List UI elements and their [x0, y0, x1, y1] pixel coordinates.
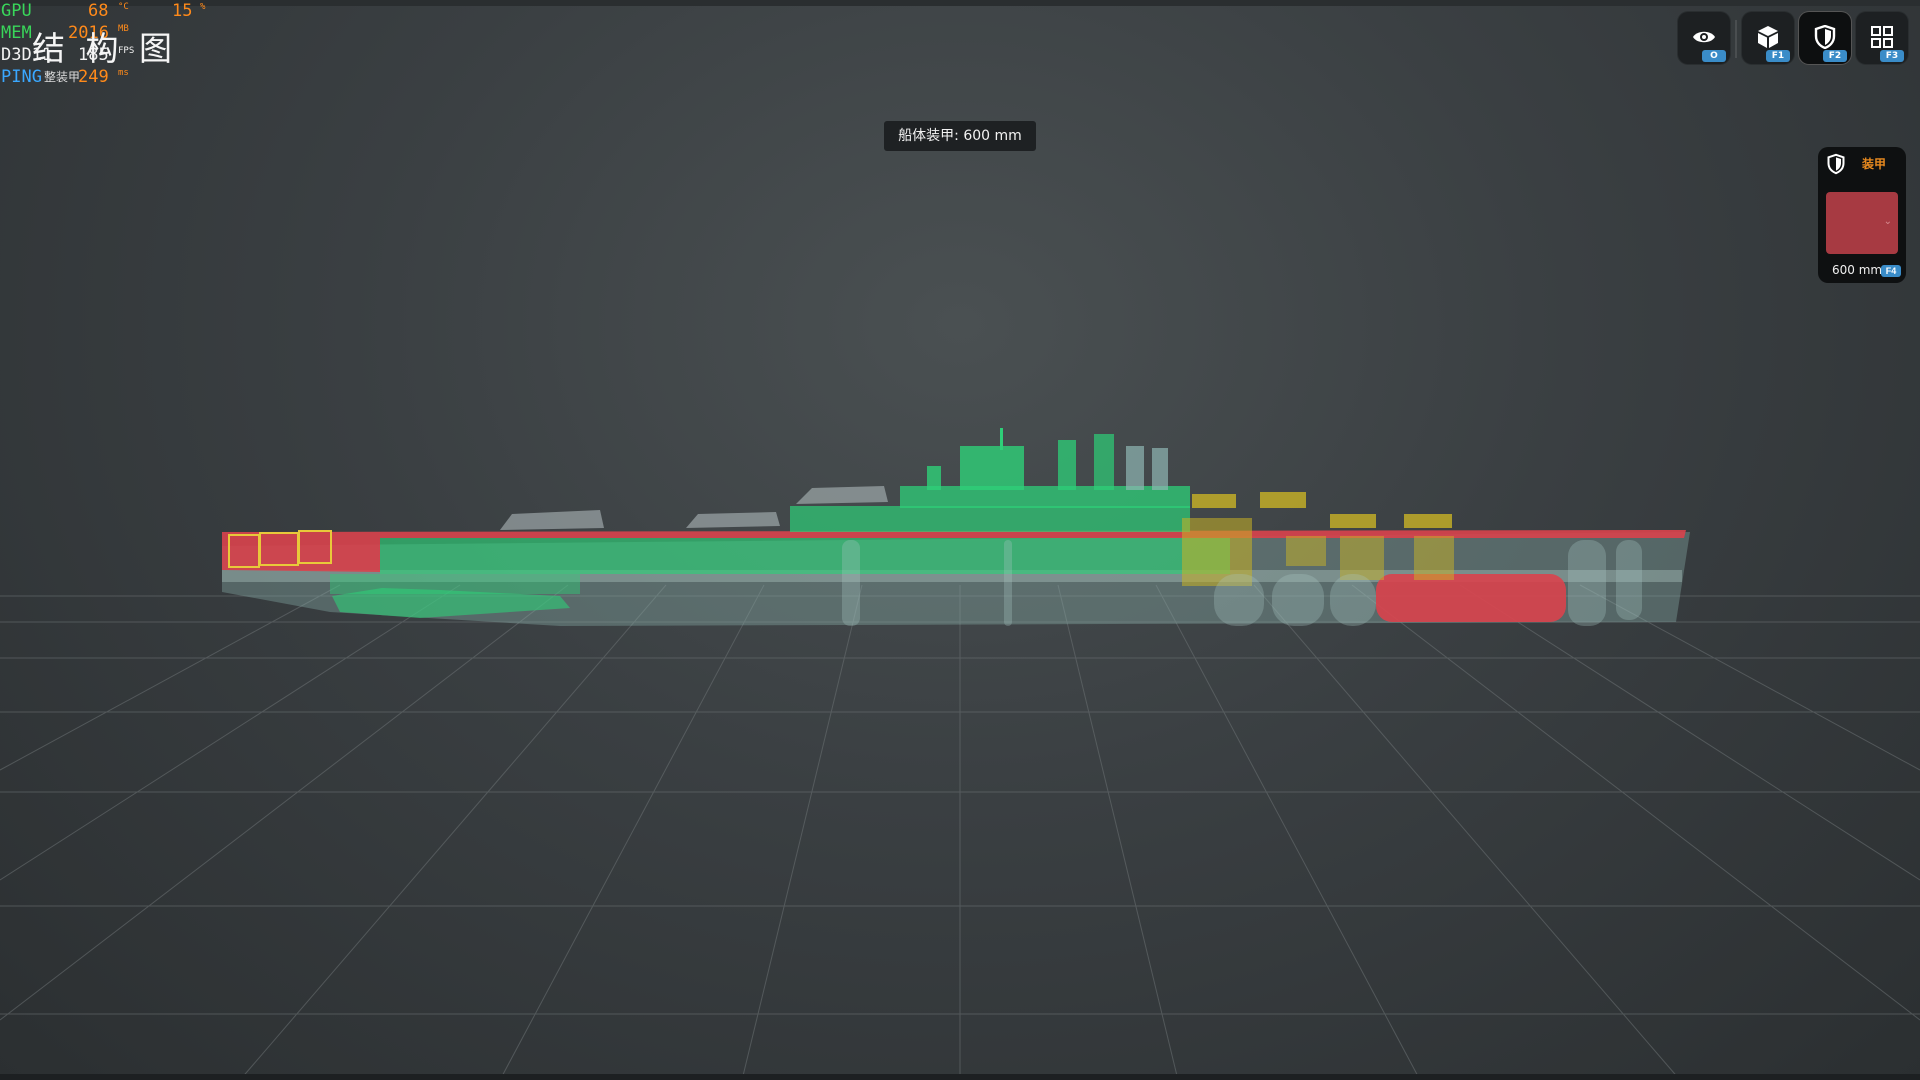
armor-color-swatch[interactable]: ⌄ [1826, 192, 1898, 254]
turret-gray [686, 512, 780, 528]
perf-value-2: 15 [172, 1, 193, 21]
page-title: 结 构 图 [32, 29, 177, 68]
hotkey-badge: F3 [1880, 50, 1904, 62]
funnel [1126, 446, 1144, 490]
perf-label: MEM [1, 23, 32, 43]
tower [927, 466, 941, 490]
superstructure [900, 486, 1190, 508]
page-subtitle: 整装甲 [44, 70, 81, 84]
perf-value: 68 [88, 1, 109, 21]
armor-panel: 装甲 ⌄ 600 mm F4 [1818, 147, 1906, 283]
aft-turret [1192, 494, 1236, 508]
funnel [1152, 448, 1168, 490]
funnel [1058, 440, 1076, 490]
deck [790, 506, 1190, 532]
ship-model[interactable] [222, 428, 1690, 626]
internal-modules [380, 538, 1230, 574]
armor-thickness-value: 600 mm [1832, 263, 1883, 277]
model-view-button[interactable]: F1 [1742, 12, 1794, 64]
top-border [0, 0, 1920, 6]
bridge [960, 446, 1024, 490]
floor-grid [0, 584, 1920, 1080]
aft-magazine [1340, 536, 1384, 580]
aft-turret [1404, 514, 1452, 528]
cube-icon [1758, 26, 1778, 48]
eye-icon [1693, 31, 1715, 43]
armor-view-button[interactable]: F2 [1799, 12, 1851, 64]
turret-gray [796, 486, 888, 504]
aft-magazine [1286, 536, 1326, 566]
funnel [1094, 434, 1114, 490]
perf-unit-2: % [200, 2, 206, 12]
shield-icon [1814, 25, 1836, 49]
hotkey-badge: F1 [1766, 50, 1790, 62]
mast [1000, 428, 1003, 450]
hotkey-badge: O [1702, 50, 1726, 62]
scene-viewport[interactable] [0, 0, 1920, 1080]
armor-tooltip: 船体装甲: 600 mm [884, 121, 1036, 151]
shield-icon [1827, 153, 1845, 175]
lower-armor-citadel [1376, 574, 1566, 622]
hotkey-badge: F2 [1823, 50, 1847, 62]
toolbar-separator [1735, 20, 1737, 58]
bottom-border [0, 1074, 1920, 1080]
turret-gray [500, 510, 604, 530]
layout-view-button[interactable]: F3 [1856, 12, 1908, 64]
perf-label: GPU [1, 1, 32, 21]
visibility-toggle-button[interactable]: O [1678, 12, 1730, 64]
aft-turret [1330, 514, 1376, 528]
perf-unit: °C [118, 2, 129, 12]
aft-turret [1260, 492, 1306, 508]
aft-magazine [1414, 536, 1454, 580]
hotkey-badge: F4 [1881, 265, 1901, 277]
chevron-down-icon: ⌄ [1883, 216, 1892, 227]
grid-icon [1871, 26, 1893, 48]
armor-panel-title: 装甲 [1862, 157, 1887, 171]
